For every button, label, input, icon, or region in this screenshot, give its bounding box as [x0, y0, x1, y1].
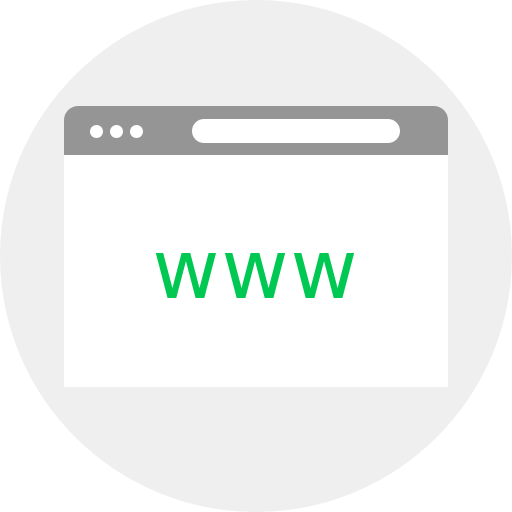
browser-content: www	[64, 155, 448, 387]
window-control-dot-icon	[110, 125, 123, 138]
window-control-dot-icon	[90, 125, 103, 138]
window-control-dot-icon	[130, 125, 143, 138]
browser-window: www	[64, 106, 448, 387]
website-icon: www	[0, 0, 512, 512]
address-bar	[192, 119, 400, 143]
browser-titlebar	[64, 106, 448, 155]
www-text: www	[152, 223, 360, 318]
